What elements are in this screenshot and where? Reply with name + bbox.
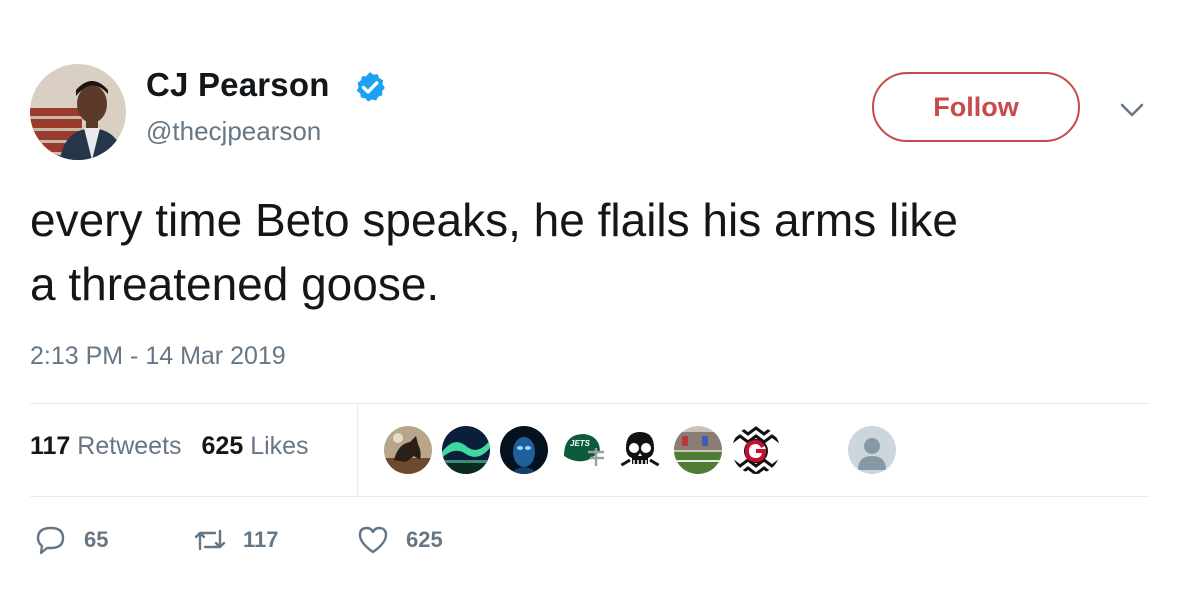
retweet-action[interactable]: 117	[193, 520, 279, 560]
retweets-count: 117	[30, 432, 71, 460]
author-avatar[interactable]	[30, 64, 126, 160]
default-user-avatar-icon	[848, 426, 896, 474]
liker-avatar-1[interactable]	[384, 426, 432, 474]
like-action[interactable]: 625	[356, 520, 443, 560]
blue-face-avatar-icon	[500, 426, 548, 474]
author-handle[interactable]: @thecjpearson	[146, 116, 321, 147]
liker-avatar-8[interactable]	[848, 426, 896, 474]
chevron-down-icon[interactable]	[1117, 95, 1147, 125]
reply-icon	[36, 526, 65, 555]
svg-text:JETS: JETS	[570, 439, 591, 448]
liker-avatar-2[interactable]	[442, 426, 490, 474]
reply-count: 65	[84, 527, 109, 552]
likes-count: 625	[201, 432, 244, 460]
author-name[interactable]: CJ Pearson	[146, 66, 330, 104]
likes-stat[interactable]: 625 Likes	[202, 432, 309, 460]
liker-avatar-3[interactable]	[500, 426, 548, 474]
stats-divider	[357, 404, 358, 496]
liker-avatar-5[interactable]	[616, 426, 664, 474]
tweet-text-line-2: a threatened goose.	[30, 258, 440, 310]
liker-avatar-4[interactable]: JETS	[558, 426, 606, 474]
liker-avatar-7[interactable]	[732, 426, 780, 474]
follow-button[interactable]: Follow	[872, 72, 1080, 142]
tweet-timestamp[interactable]: 2:13 PM - 14 Mar 2019	[30, 342, 286, 371]
retweets-label: Retweets	[77, 432, 182, 460]
skull-avatar-icon	[616, 426, 664, 474]
engagement-stats: 117 Retweets 625 Likes	[30, 432, 309, 461]
heart-icon	[358, 526, 388, 554]
divider-top	[30, 403, 1150, 404]
georgia-g-avatar-icon	[732, 426, 780, 474]
divider-bottom	[30, 496, 1150, 497]
retweets-stat[interactable]: 117 Retweets	[30, 432, 182, 460]
like-count: 625	[406, 527, 443, 552]
jets-helmet-avatar-icon: JETS	[558, 426, 606, 474]
profile-photo-icon	[30, 64, 126, 160]
stadium-field-avatar-icon	[674, 426, 722, 474]
liker-avatar-6[interactable]	[674, 426, 722, 474]
retweet-icon	[194, 529, 226, 551]
likes-label: Likes	[250, 432, 309, 460]
verified-badge-icon	[356, 72, 385, 102]
aurora-landscape-avatar-icon	[442, 426, 490, 474]
tweet-text-line-1: every time Beto speaks, he flails his ar…	[30, 194, 959, 246]
tweet-text: every time Beto speaks, he flails his ar…	[30, 188, 1170, 316]
retweet-count: 117	[243, 527, 279, 552]
horse-painting-avatar-icon	[384, 426, 432, 474]
reply-action[interactable]: 65	[34, 520, 108, 560]
